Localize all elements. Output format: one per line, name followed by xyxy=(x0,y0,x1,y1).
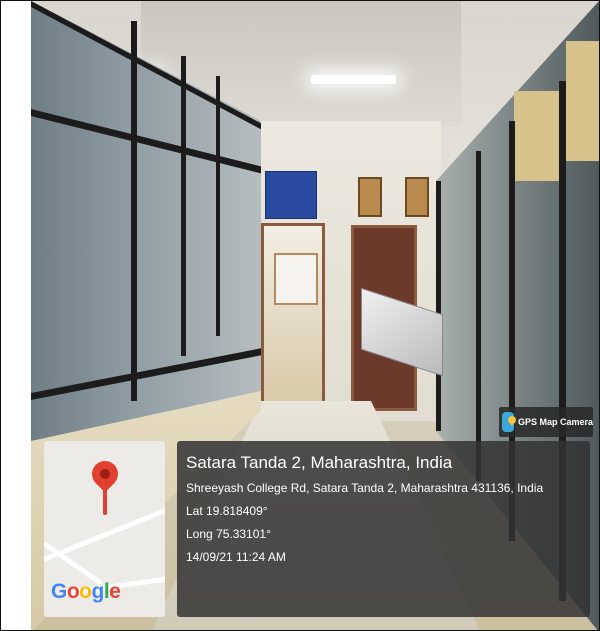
portrait-frame-right xyxy=(405,177,429,217)
gps-badge-label: GPS Map Camera xyxy=(517,417,593,427)
location-pin-tail xyxy=(103,485,107,515)
map-thumbnail: Google xyxy=(44,441,165,617)
location-datetime: 14/09/21 11:24 AM xyxy=(186,550,286,564)
location-address: Shreeyash College Rd, Satara Tanda 2, Ma… xyxy=(186,481,544,495)
gps-map-camera-badge: GPS Map Camera xyxy=(499,407,593,437)
portrait-frame-left xyxy=(358,177,382,217)
right-wood-panel-1 xyxy=(514,91,559,181)
ceiling-light-center xyxy=(311,75,396,84)
left-frame-post-3 xyxy=(216,76,220,336)
left-frame-post-2 xyxy=(181,56,186,356)
location-info-panel: Satara Tanda 2, Maharashtra, India Shree… xyxy=(177,441,590,617)
location-title: Satara Tanda 2, Maharashtra, India xyxy=(186,453,453,472)
right-wood-panel-2 xyxy=(566,41,599,161)
notice-board xyxy=(265,171,317,219)
open-doorway xyxy=(261,223,325,409)
right-frame-post-2 xyxy=(476,151,481,481)
location-latitude: Lat 19.818409° xyxy=(186,504,268,518)
right-frame-post-1 xyxy=(436,181,441,431)
google-logo: Google xyxy=(51,580,121,603)
gps-map-camera-icon xyxy=(502,412,514,432)
image-frame: GPS Map Camera Google Satara Tanda 2, Ma… xyxy=(0,0,600,631)
left-frame-post-1 xyxy=(131,21,137,401)
location-longitude: Long 75.33101° xyxy=(186,527,271,541)
back-window xyxy=(274,253,318,305)
